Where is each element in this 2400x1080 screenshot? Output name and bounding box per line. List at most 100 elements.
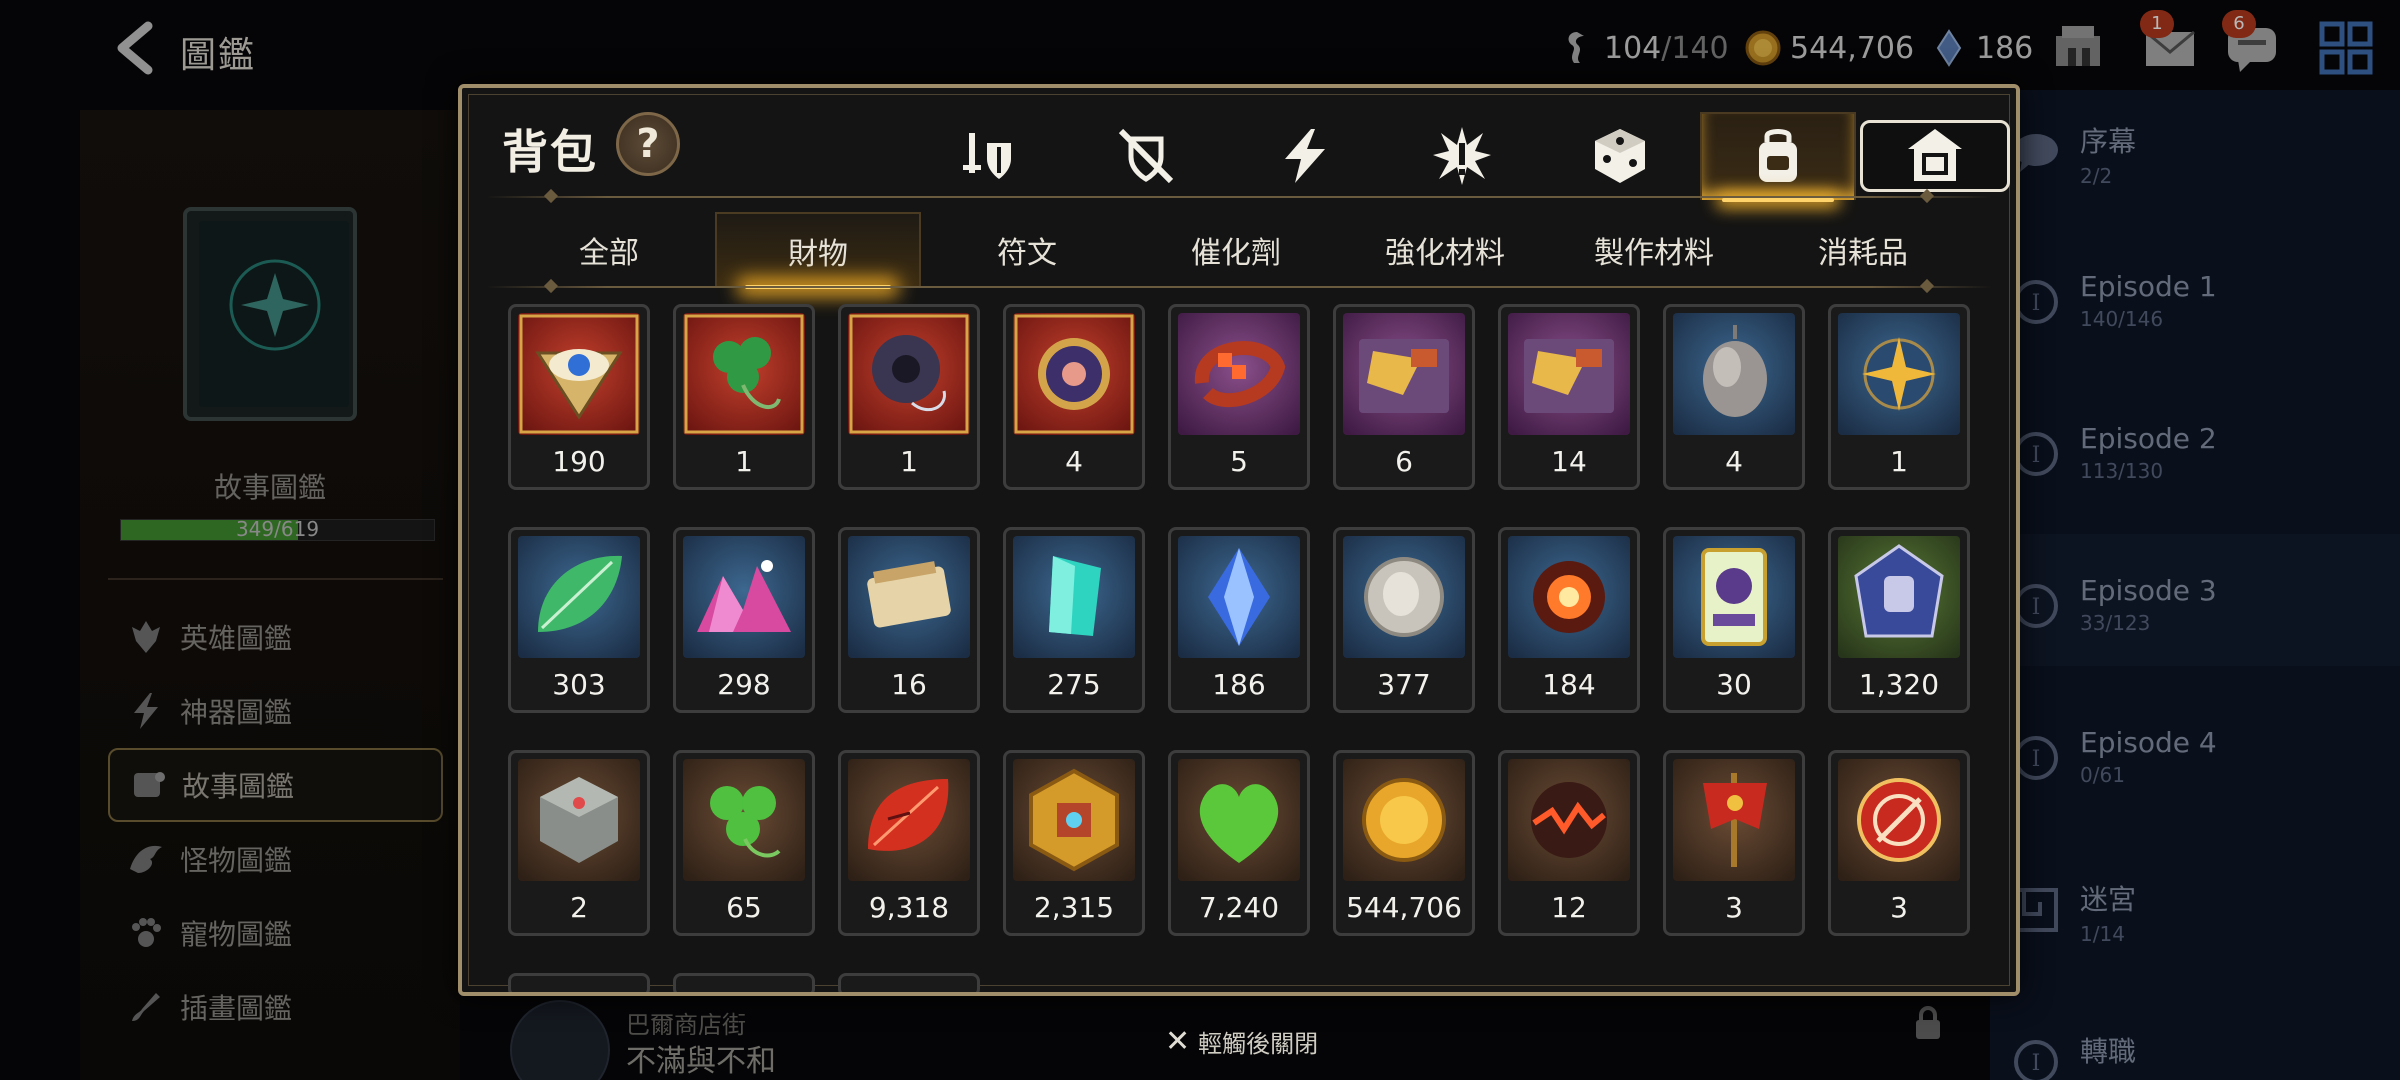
item-quantity: 30 <box>1716 668 1752 701</box>
item-art <box>1013 759 1135 881</box>
inventory-slot[interactable]: 3 <box>1663 750 1805 936</box>
item-quantity: 65 <box>726 891 762 924</box>
flower-ring-icon <box>1178 313 1300 435</box>
item-art <box>518 313 640 435</box>
gift-box-icon <box>1343 313 1465 435</box>
weapon-armor-icon <box>963 133 1011 179</box>
item-grid: 190 1 1 4 5 6 14 4 1 303 298 16 275 186 377 184 30 1,320 2… <box>502 304 1982 992</box>
inventory-slot[interactable]: 298 <box>673 527 815 713</box>
inventory-slot[interactable]: 16 <box>838 527 980 713</box>
item-quantity: 16 <box>891 668 927 701</box>
item-art <box>1673 536 1795 658</box>
inventory-slot[interactable]: 7,240 <box>1168 750 1310 936</box>
item-art <box>1673 313 1795 435</box>
inventory-slot[interactable]: 4 <box>1003 304 1145 490</box>
item-quantity: 7,240 <box>1198 891 1280 924</box>
item-quantity: 4 <box>1725 445 1743 478</box>
tap-to-close-hint[interactable]: ✕ 輕觸後關閉 <box>1165 1024 1318 1059</box>
category-tab-dice[interactable] <box>1542 112 1698 200</box>
subcategory-tab-label: 強化材料 <box>1385 236 1505 271</box>
item-quantity: 275 <box>1047 668 1101 701</box>
leaf-icon <box>518 536 640 658</box>
item-art <box>518 759 640 881</box>
item-art <box>1178 536 1300 658</box>
dark-ring-icon <box>848 313 970 435</box>
star-compass-icon <box>1838 313 1960 435</box>
inventory-slot[interactable]: 12 <box>1498 750 1640 936</box>
item-art <box>848 536 970 658</box>
inventory-slot[interactable]: 544,706 <box>1333 750 1475 936</box>
banner-icon <box>1673 759 1795 881</box>
subcategory-tab[interactable]: 製作材料 <box>1551 212 1757 288</box>
violet-disc-icon <box>1013 313 1135 435</box>
subcategory-tab[interactable]: 財物 <box>715 212 921 289</box>
subcategory-tab[interactable]: 強化材料 <box>1342 212 1548 288</box>
help-button[interactable]: ? <box>616 112 680 176</box>
item-quantity: 190 <box>552 445 606 478</box>
inventory-slot[interactable]: 4 <box>1663 304 1805 490</box>
gray-stone-icon <box>1673 313 1795 435</box>
item-art <box>1838 536 1960 658</box>
category-tab-house[interactable] <box>1860 120 2010 192</box>
inventory-slot[interactable]: 3 <box>1828 750 1970 936</box>
silver-coin-icon <box>1343 536 1465 658</box>
category-tab-explosion[interactable] <box>1384 112 1540 200</box>
item-art <box>1013 536 1135 658</box>
card-icon <box>1673 536 1795 658</box>
inventory-slot[interactable]: 14 <box>1498 304 1640 490</box>
item-quantity: 3 <box>1725 891 1743 924</box>
item-quantity: 5 <box>1230 445 1248 478</box>
subcategory-tab[interactable]: 消耗品 <box>1760 212 1966 288</box>
subcategory-tab[interactable]: 催化劑 <box>1133 212 1339 288</box>
item-quantity: 4 <box>1065 445 1083 478</box>
item-quantity: 3 <box>1890 891 1908 924</box>
inventory-slot[interactable]: 377 <box>1333 527 1475 713</box>
subcategory-tab[interactable]: 符文 <box>924 212 1130 288</box>
subcategory-tab-label: 製作材料 <box>1594 236 1714 271</box>
inventory-slot[interactable]: 1 <box>673 304 815 490</box>
item-art <box>1343 759 1465 881</box>
inventory-slot-partial[interactable] <box>508 973 650 992</box>
inventory-slot[interactable]: 2,315 <box>1003 750 1145 936</box>
item-art <box>1838 759 1960 881</box>
item-art <box>1013 313 1135 435</box>
category-tab-weapon-armor[interactable] <box>910 112 1066 200</box>
pink-crystal-pile-icon <box>683 536 805 658</box>
item-quantity: 14 <box>1551 445 1587 478</box>
inventory-slot[interactable]: 303 <box>508 527 650 713</box>
inventory-slot[interactable]: 275 <box>1003 527 1145 713</box>
category-tab-backpack[interactable] <box>1700 112 1856 202</box>
inventory-slot[interactable]: 6 <box>1333 304 1475 490</box>
inventory-slot-partial[interactable] <box>673 973 815 992</box>
inventory-slot[interactable]: 30 <box>1663 527 1805 713</box>
scroll-bundle-icon <box>848 536 970 658</box>
item-art <box>683 313 805 435</box>
item-quantity: 1 <box>1890 445 1908 478</box>
inventory-slot-partial[interactable] <box>838 973 980 992</box>
category-tab-lightning[interactable] <box>1226 112 1382 200</box>
stone-cube-icon <box>518 759 640 881</box>
category-tab-no-equipment[interactable] <box>1068 112 1224 200</box>
red-leaf-icon <box>848 759 970 881</box>
inventory-slot[interactable]: 1,320 <box>1828 527 1970 713</box>
item-quantity: 298 <box>717 668 771 701</box>
inventory-slot[interactable]: 1 <box>838 304 980 490</box>
inventory-slot[interactable]: 65 <box>673 750 815 936</box>
inventory-slot[interactable]: 5 <box>1168 304 1310 490</box>
item-art <box>848 313 970 435</box>
inventory-slot[interactable]: 190 <box>508 304 650 490</box>
inventory-slot[interactable]: 1 <box>1828 304 1970 490</box>
green-heart-icon <box>1178 759 1300 881</box>
clover-charm-icon <box>683 313 805 435</box>
lightning-icon <box>1285 129 1325 183</box>
item-art <box>1838 313 1960 435</box>
inventory-slot[interactable]: 184 <box>1498 527 1640 713</box>
item-quantity: 12 <box>1551 891 1587 924</box>
subcategory-tab[interactable]: 全部 <box>506 212 712 288</box>
inventory-slot[interactable]: 9,318 <box>838 750 980 936</box>
item-art <box>1343 313 1465 435</box>
inventory-modal: 背包 ? 全部 財物 符文 催化劑 強化材料 製作材料 消耗品 190 1 1 4 5 6 14 4 1 30… <box>458 84 2020 996</box>
inventory-slot[interactable]: 186 <box>1168 527 1310 713</box>
subcategory-tab-label: 消耗品 <box>1818 236 1908 271</box>
inventory-slot[interactable]: 2 <box>508 750 650 936</box>
